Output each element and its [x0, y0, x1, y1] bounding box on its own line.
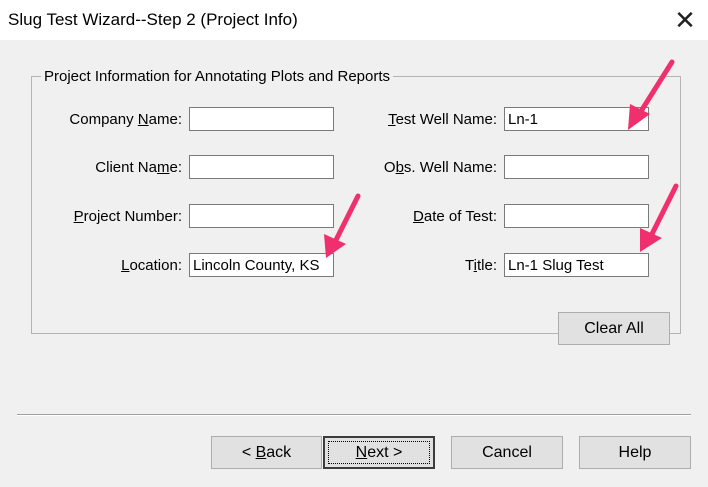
title-label: Title: — [465, 257, 497, 274]
project-number-label: Project Number: — [73, 208, 182, 225]
next-button[interactable]: Next > — [323, 436, 435, 469]
back-label: < Back — [241, 443, 292, 461]
help-button[interactable]: Help — [579, 436, 691, 469]
obs-well-name-field[interactable] — [504, 155, 649, 179]
date-of-test-field[interactable] — [504, 204, 649, 228]
clear-all-button[interactable]: Clear All — [558, 312, 670, 345]
annotation-arrow-test-well — [628, 59, 675, 130]
group-legend: Project Information for Annotating Plots… — [41, 68, 394, 85]
date-of-test-label: Date of Test: — [413, 208, 497, 225]
annotation-arrow-location — [324, 193, 361, 258]
back-button[interactable]: < Back — [211, 436, 322, 469]
annotation-arrow-title — [640, 183, 679, 252]
company-name-label: Company Name: — [69, 111, 182, 128]
location-label: Location: — [121, 257, 182, 274]
help-label: Help — [618, 443, 652, 461]
title-bar: Slug Test Wizard--Step 2 (Project Info) … — [0, 0, 708, 40]
company-name-field[interactable] — [189, 107, 334, 131]
test-well-name-label: Test Well Name: — [388, 111, 497, 128]
separator — [17, 414, 691, 416]
close-button[interactable]: ✕ — [662, 0, 708, 40]
dialog-body: Project Information for Annotating Plots… — [0, 40, 708, 487]
close-icon: ✕ — [674, 4, 696, 35]
obs-well-name-label: Obs. Well Name: — [383, 159, 497, 176]
cancel-label: Cancel — [482, 443, 532, 461]
cancel-button[interactable]: Cancel — [451, 436, 563, 469]
client-name-label: Client Name: — [95, 159, 182, 176]
client-name-field[interactable] — [189, 155, 334, 179]
project-number-field[interactable] — [189, 204, 334, 228]
focus-ring — [328, 441, 430, 464]
clear-all-label: Clear All — [584, 319, 644, 337]
window-title: Slug Test Wizard--Step 2 (Project Info) — [8, 10, 298, 29]
location-field[interactable] — [189, 253, 334, 277]
title-field[interactable] — [504, 253, 649, 277]
